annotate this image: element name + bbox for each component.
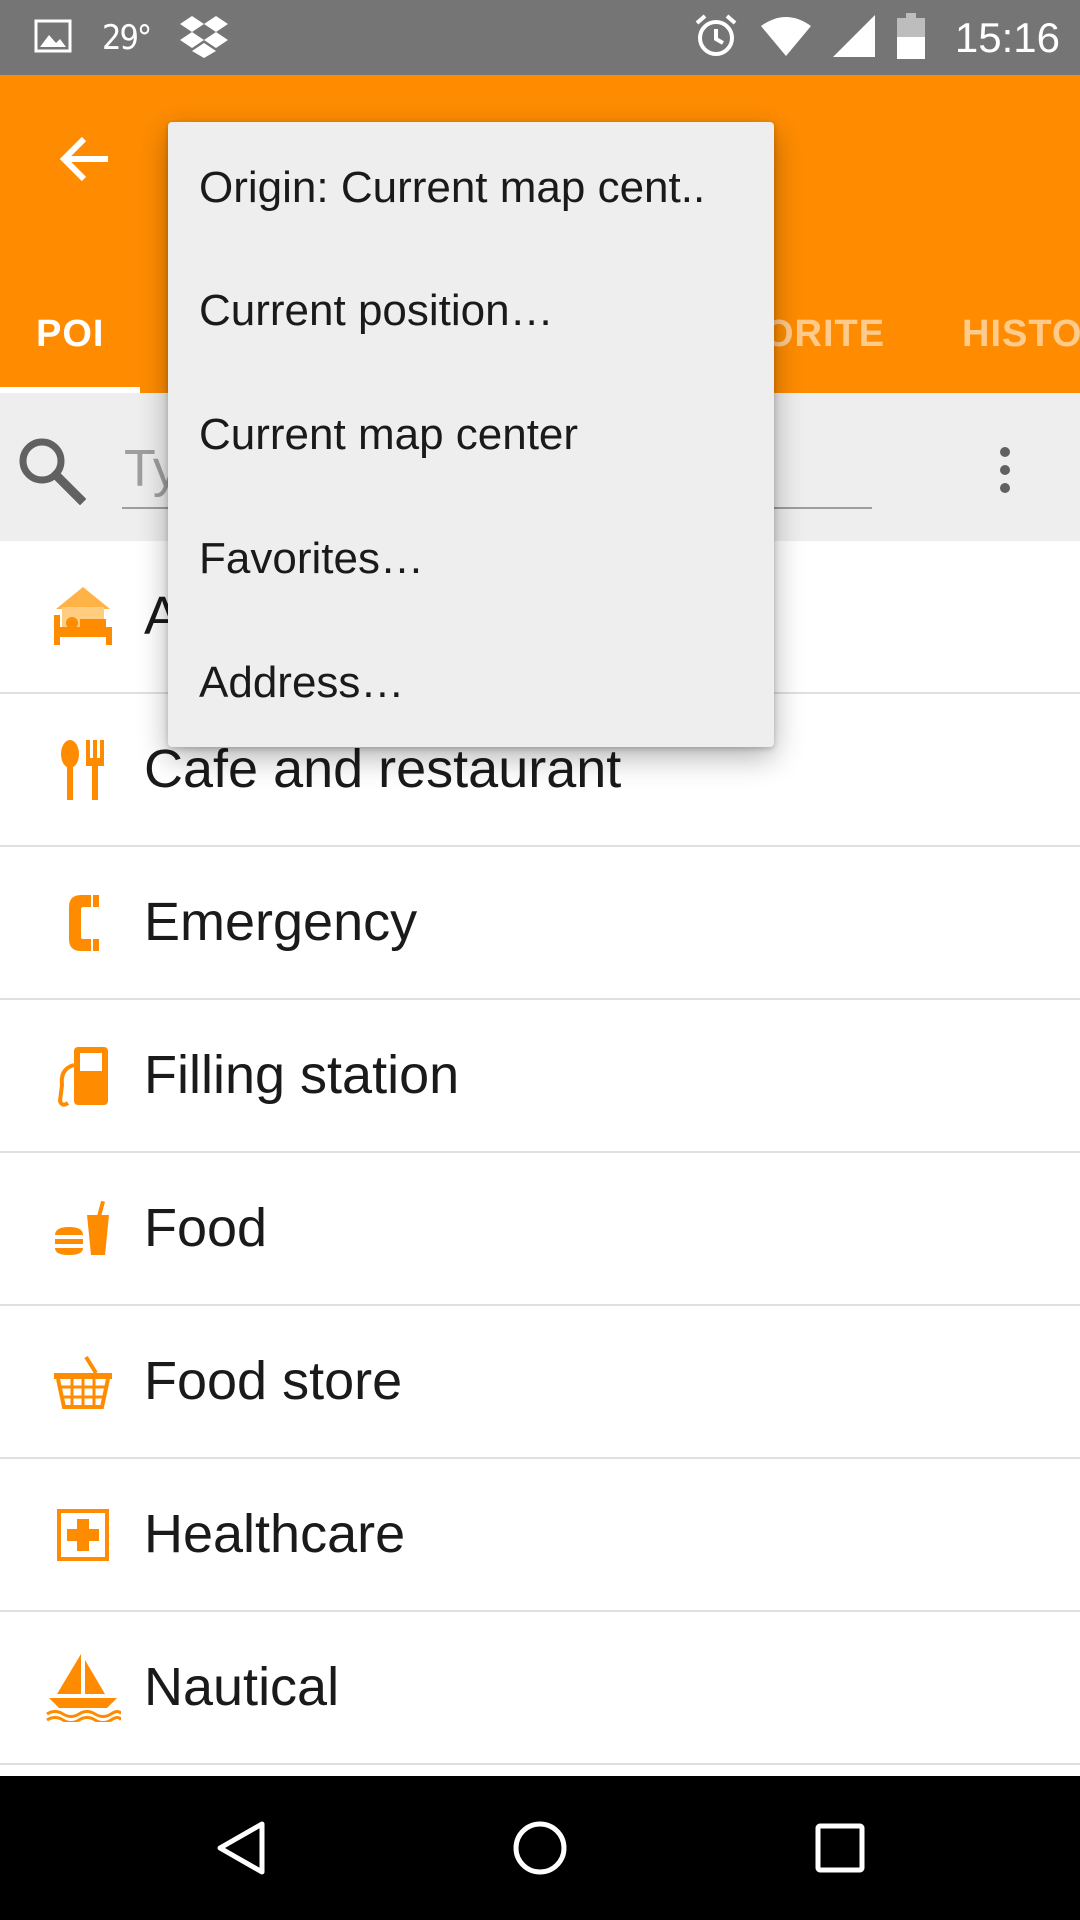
list-item-label: Filling station bbox=[144, 1045, 460, 1105]
status-left-icons: 29° bbox=[34, 14, 229, 63]
basket-icon bbox=[40, 1344, 126, 1420]
back-triangle-icon bbox=[217, 1821, 265, 1875]
fork-knife-icon bbox=[40, 732, 126, 808]
status-right-icons: 15:16 bbox=[693, 12, 1060, 64]
list-item-label: Cafe and restaurant bbox=[144, 739, 622, 799]
menu-item-favorites[interactable]: Favorites… bbox=[168, 497, 774, 621]
menu-item-current-position[interactable]: Current position… bbox=[168, 249, 774, 373]
system-nav-bar bbox=[0, 1776, 1080, 1920]
list-item-label: Food store bbox=[144, 1351, 403, 1411]
list-item-label: Emergency bbox=[144, 892, 418, 952]
signal-icon bbox=[832, 14, 875, 62]
menu-item-label: Favorites… bbox=[199, 534, 424, 583]
list-item-emergency[interactable]: Emergency bbox=[0, 847, 1080, 1000]
more-vert-icon-dot bbox=[1000, 447, 1010, 457]
list-item-filling-station[interactable]: Filling station bbox=[0, 1000, 1080, 1153]
list-item-food-store[interactable]: Food store bbox=[0, 1306, 1080, 1459]
tab-favorites[interactable]: ORITE bbox=[764, 275, 885, 393]
medical-cross-icon bbox=[40, 1497, 126, 1573]
back-button[interactable] bbox=[48, 123, 120, 195]
menu-item-label: Current position… bbox=[199, 286, 554, 335]
more-vert-icon-dot bbox=[1000, 483, 1010, 493]
list-item-label: Nautical bbox=[144, 1657, 340, 1717]
image-icon bbox=[34, 19, 72, 58]
recents-square-icon bbox=[815, 1823, 865, 1873]
menu-item-address[interactable]: Address… bbox=[168, 621, 774, 745]
nav-home-button[interactable] bbox=[500, 1808, 580, 1888]
fast-food-icon bbox=[40, 1191, 126, 1267]
battery-icon bbox=[896, 12, 925, 64]
arrow-left-icon bbox=[59, 136, 108, 182]
menu-item-label: Current map center bbox=[199, 410, 579, 459]
search-icon bbox=[14, 433, 87, 506]
menu-item-label: Address… bbox=[199, 658, 405, 707]
tab-history-label: HISTO bbox=[962, 312, 1080, 355]
origin-dropdown-menu: Origin: Current map cent.. Current posit… bbox=[168, 122, 774, 747]
nav-recents-button[interactable] bbox=[800, 1808, 880, 1888]
tab-poi[interactable]: POI bbox=[36, 275, 104, 393]
list-item-label: Food bbox=[144, 1198, 268, 1258]
menu-item-origin[interactable]: Origin: Current map cent.. bbox=[168, 126, 774, 250]
wifi-icon bbox=[760, 16, 811, 61]
status-bar: 29° 15:16 bbox=[0, 0, 1080, 75]
dropbox-icon bbox=[180, 14, 229, 63]
tab-history[interactable]: HISTO bbox=[962, 275, 1080, 393]
list-item-label: Healthcare bbox=[144, 1504, 406, 1564]
more-vert-icon-dot bbox=[1000, 465, 1010, 475]
list-item-healthcare[interactable]: Healthcare bbox=[0, 1459, 1080, 1612]
alarm-icon bbox=[693, 13, 739, 64]
phone-icon bbox=[40, 885, 126, 961]
menu-item-label: Origin: Current map cent.. bbox=[199, 163, 706, 212]
accommodation-icon bbox=[40, 579, 126, 655]
tab-favorites-label: ORITE bbox=[764, 312, 886, 355]
home-circle-icon bbox=[513, 1821, 567, 1875]
sailboat-icon bbox=[40, 1650, 126, 1726]
temperature-text: 29° bbox=[102, 18, 152, 58]
list-item-nautical[interactable]: Nautical bbox=[0, 1612, 1080, 1765]
menu-item-current-map-center[interactable]: Current map center bbox=[168, 373, 774, 497]
fuel-pump-icon bbox=[40, 1038, 126, 1114]
tab-poi-label: POI bbox=[36, 312, 105, 355]
clock-time: 15:16 bbox=[954, 14, 1060, 61]
overflow-menu-button[interactable] bbox=[980, 435, 1030, 505]
nav-back-button[interactable] bbox=[200, 1808, 280, 1888]
list-item-food[interactable]: Food bbox=[0, 1153, 1080, 1306]
